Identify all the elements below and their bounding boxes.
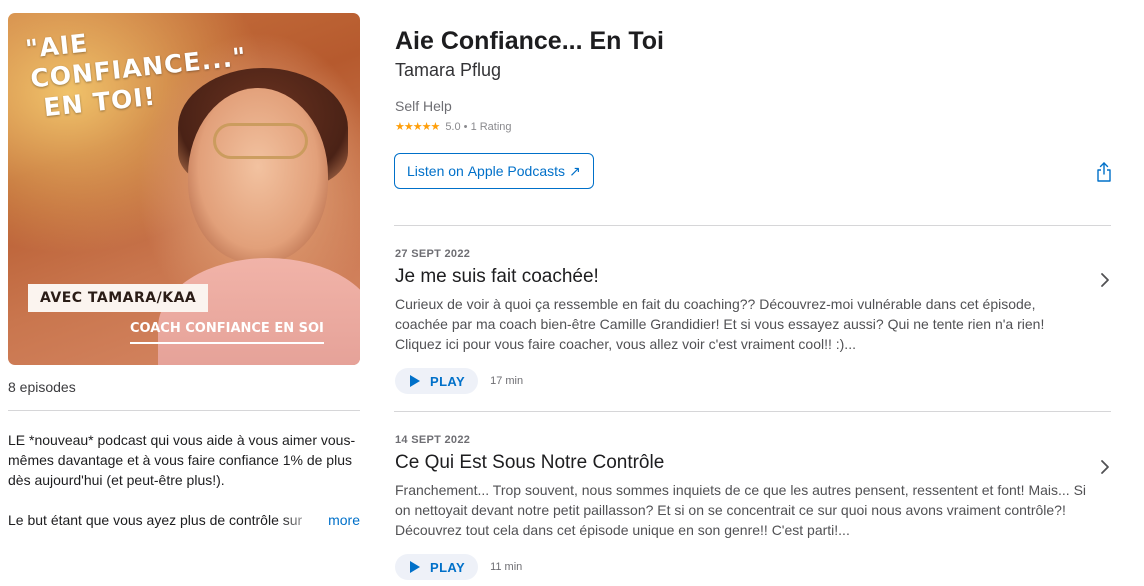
play-button[interactable]: PLAY [395, 368, 479, 394]
artwork-badge: AVEC TAMARA/KAA [28, 284, 209, 312]
episode-date: 14 SEPT 2022 [395, 434, 471, 446]
chevron-right-icon[interactable] [1099, 271, 1111, 289]
episode-description: Franchement... Trop souvent, nous sommes… [395, 482, 1087, 538]
episode-count: 8 episodes [8, 379, 76, 395]
text-fade [280, 510, 326, 530]
rating: ★★★★★ 5.0 • 1 Rating [395, 120, 512, 134]
divider [8, 410, 360, 411]
episode-play-row: PLAY 17 min [395, 368, 1111, 394]
listen-on-apple-podcasts-button[interactable]: Listen on Apple Podcasts ↗ [394, 153, 594, 189]
listen-button-label: Apple Podcasts [467, 163, 566, 179]
description-truncated-line: Le but étant que vous ayez plus de contr… [8, 510, 360, 530]
episode-duration: 11 min [490, 561, 523, 573]
podcast-artwork: "AIE CONFIANCE..." EN TOI! AVEC TAMARA/K… [8, 13, 360, 365]
play-icon [410, 375, 420, 387]
play-label: PLAY [430, 373, 466, 389]
episode-duration: 17 min [490, 375, 524, 387]
more-link[interactable]: more [326, 510, 360, 530]
artwork-subtitle: COACH CONFIANCE EN SOI [130, 321, 324, 344]
divider [394, 225, 1111, 226]
podcast-author[interactable]: Tamara Pflug [395, 60, 501, 81]
divider [394, 411, 1111, 412]
episode-item: 14 SEPT 2022 Ce Qui Est Sous Notre Contr… [395, 434, 1111, 580]
episode-title[interactable]: Je me suis fait coachée! [395, 266, 1111, 288]
podcast-category[interactable]: Self Help [395, 98, 452, 114]
episode-title[interactable]: Ce Qui Est Sous Notre Contrôle [395, 452, 1111, 474]
artwork-face-shape [188, 88, 328, 263]
episode-date: 27 SEPT 2022 [395, 248, 471, 260]
podcast-description: LE *nouveau* podcast qui vous aide à vou… [8, 430, 360, 530]
rating-text: 5.0 • 1 Rating [445, 120, 512, 133]
external-link-icon: ↗ [569, 162, 581, 179]
episode-play-row: PLAY 11 min [395, 554, 1111, 580]
play-label: PLAY [430, 559, 466, 575]
podcast-title: Aie Confiance... En Toi [395, 27, 665, 55]
description-paragraph: Le but étant que vous ayez plus de contr… [8, 512, 303, 528]
star-rating-icon: ★★★★★ [395, 121, 440, 133]
share-icon[interactable] [1096, 162, 1112, 182]
episode-item: 27 SEPT 2022 Je me suis fait coachée! Cu… [395, 248, 1111, 394]
listen-button-prefix: Listen on [407, 163, 464, 179]
play-icon [410, 561, 420, 573]
play-button[interactable]: PLAY [395, 554, 479, 580]
episode-description: Curieux de voir à quoi ça ressemble en f… [395, 296, 1045, 352]
chevron-right-icon[interactable] [1099, 458, 1111, 476]
description-paragraph: LE *nouveau* podcast qui vous aide à vou… [8, 432, 356, 488]
artwork-glasses-shape [213, 123, 308, 159]
